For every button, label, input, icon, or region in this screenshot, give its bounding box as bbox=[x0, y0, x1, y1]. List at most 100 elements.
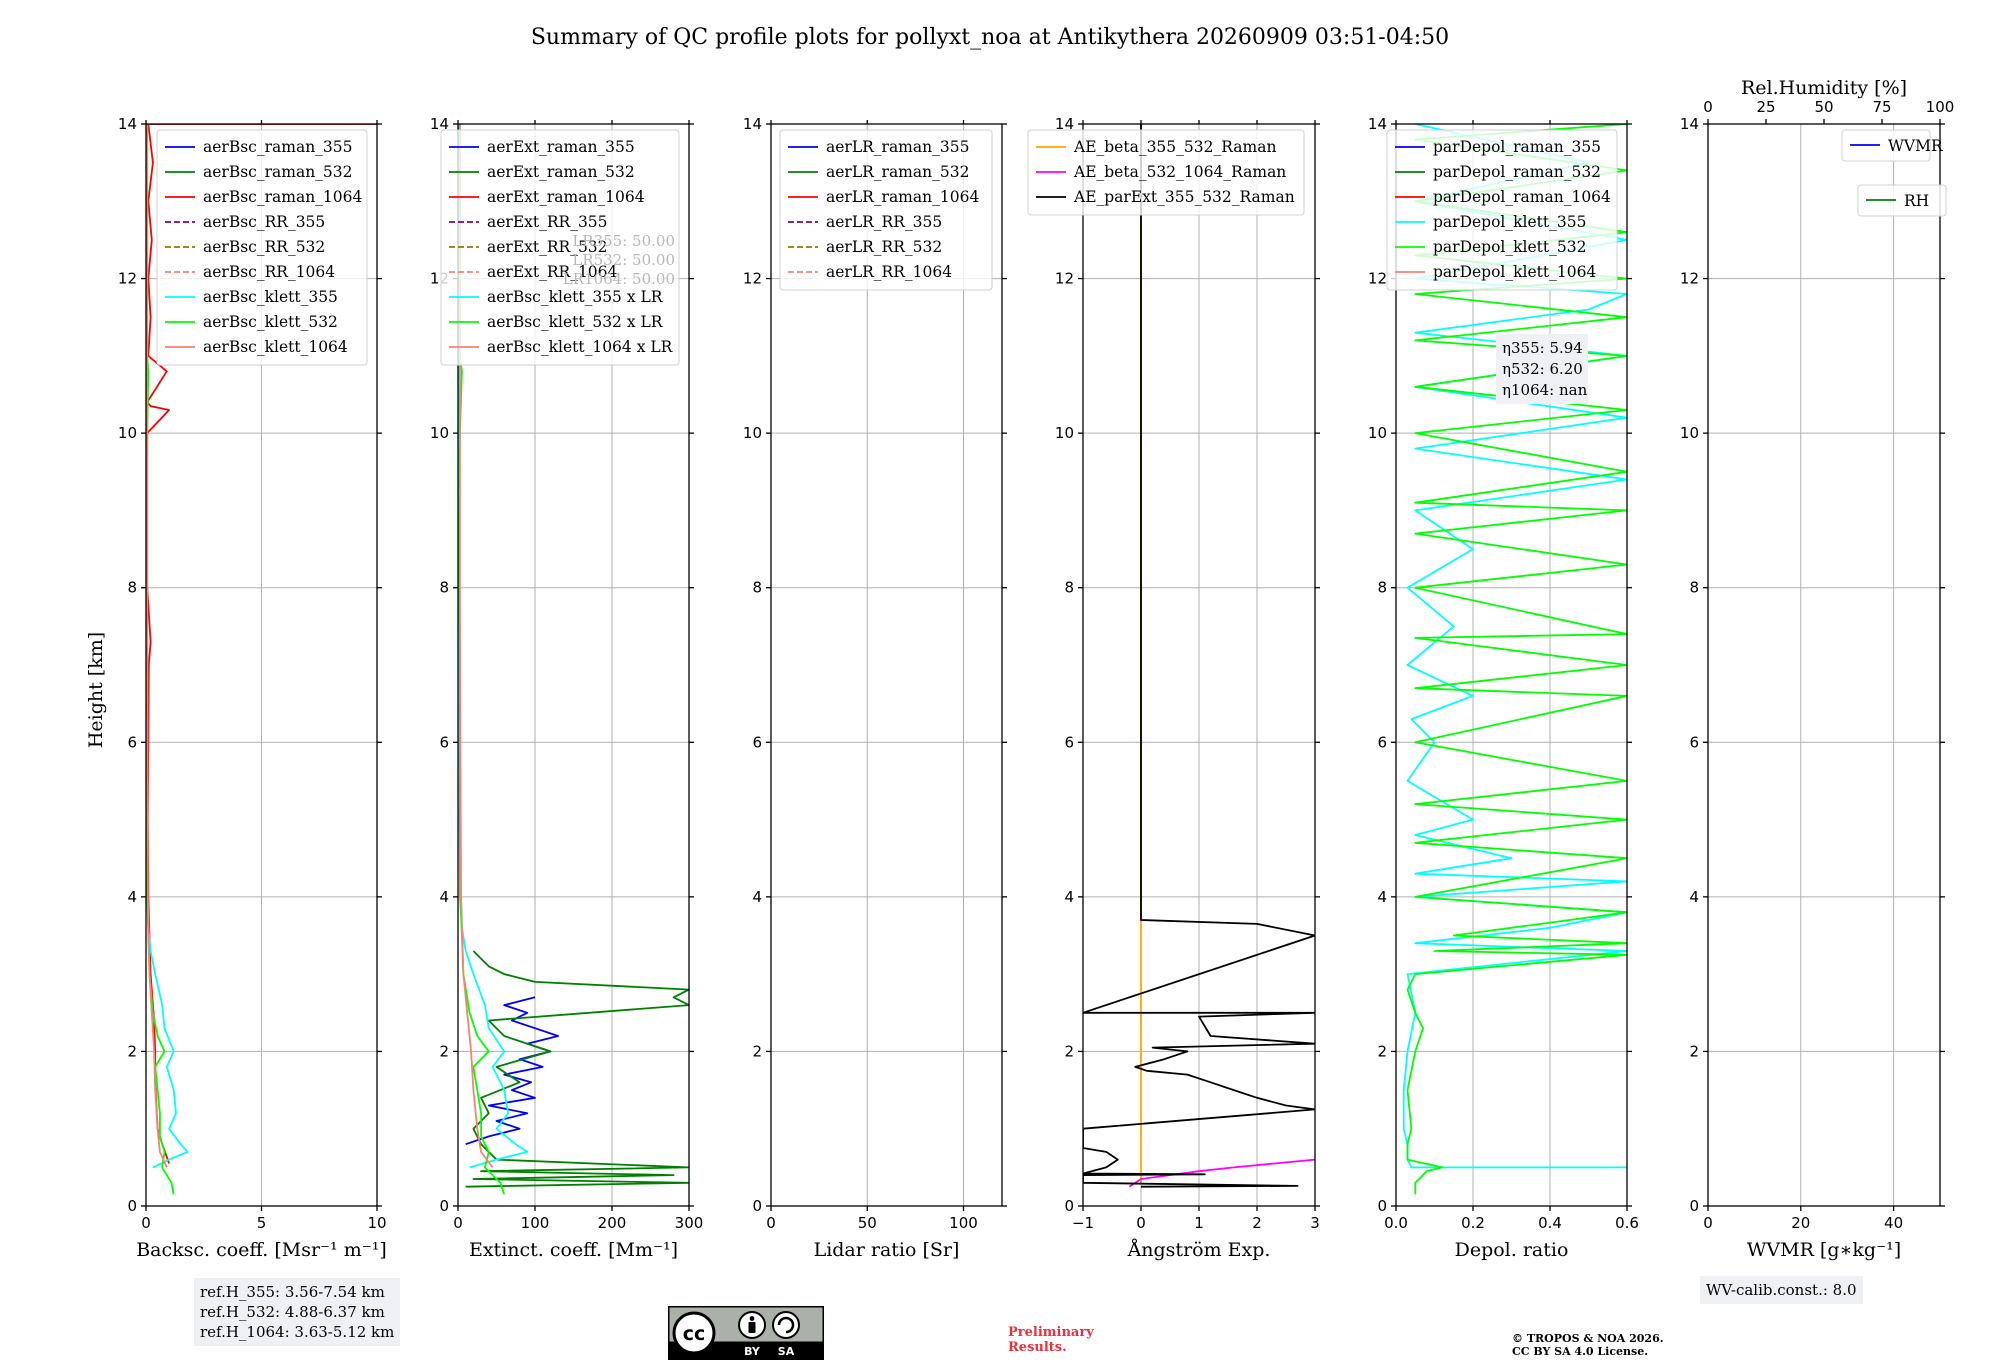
y-tick-label-ae-5: 10 bbox=[1055, 424, 1074, 442]
legend-label-bsc-6: aerBsc_klett_355 bbox=[203, 288, 338, 306]
legend-label-lr-5: aerLR_RR_1064 bbox=[826, 263, 952, 281]
eta-annotation-1: η532: 6.20 bbox=[1502, 360, 1583, 378]
preliminary-line-1: Preliminary bbox=[1008, 1325, 1094, 1340]
x-axis-label-ext: Extinct. coeff. [Mm⁻¹] bbox=[469, 1239, 678, 1261]
lr-annotation-0: LR355: 50.00 bbox=[572, 232, 675, 250]
y-tick-label-depol-2: 4 bbox=[1377, 888, 1387, 906]
y-tick-label-bsc-3: 6 bbox=[127, 733, 137, 751]
legend-label-ext-2: aerExt_raman_1064 bbox=[487, 188, 645, 206]
top-x-tick-label-4: 100 bbox=[1926, 98, 1955, 116]
y-tick-label-wv-2: 4 bbox=[1689, 888, 1699, 906]
legend-label-wv-1: RH bbox=[1904, 192, 1929, 210]
y-tick-label-ext-4: 8 bbox=[439, 579, 449, 597]
x-tick-label-ae-1: 0 bbox=[1136, 1214, 1146, 1232]
y-tick-label-ext-5: 10 bbox=[430, 424, 449, 442]
y-tick-label-ae-1: 2 bbox=[1064, 1042, 1074, 1060]
panel-bsc: 0 2 4 6 8 10 12 14 0 5 10 Backsc. coeff. [Msr⁻¹ m⁻¹… bbox=[118, 115, 387, 1261]
x-tick-label-bsc-2: 10 bbox=[367, 1214, 386, 1232]
y-tick-label-bsc-5: 10 bbox=[118, 424, 137, 442]
x-tick-label-wv-0: 0 bbox=[1703, 1214, 1713, 1232]
lr-annotation-1: LR532: 50.00 bbox=[572, 251, 675, 269]
x-axis-label-ae: Ångström Exp. bbox=[1127, 1239, 1271, 1261]
y-tick-label-lr-7: 14 bbox=[743, 115, 762, 133]
panel-ext: 024681012140 100 200 300Extinct. coeff. [Mm… bbox=[430, 115, 703, 1261]
y-tick-label-lr-2: 4 bbox=[752, 888, 762, 906]
y-tick-label-wv-0: 0 bbox=[1689, 1197, 1699, 1215]
legend-label-lr-3: aerLR_RR_355 bbox=[826, 213, 942, 231]
y-tick-label-depol-6: 12 bbox=[1368, 270, 1387, 288]
preliminary-results-note: Preliminary Results. bbox=[1008, 1325, 1094, 1355]
attribution-body bbox=[748, 1322, 756, 1333]
y-tick-label-depol-4: 8 bbox=[1377, 579, 1387, 597]
y-tick-label-bsc-7: 14 bbox=[118, 115, 137, 133]
x-axis-label-bsc: Backsc. coeff. [Msr⁻¹ m⁻¹] bbox=[136, 1239, 387, 1261]
x-tick-label-bsc-1: 5 bbox=[257, 1214, 267, 1232]
legend-label-ext-0: aerExt_raman_355 bbox=[487, 138, 635, 156]
eta-annotation-0: η355: 5.94 bbox=[1502, 339, 1583, 357]
legend-label-lr-0: aerLR_raman_355 bbox=[826, 138, 969, 156]
legend-label-bsc-8: aerBsc_klett_1064 bbox=[203, 338, 348, 356]
x-axis-label-lr: Lidar ratio [Sr] bbox=[814, 1239, 960, 1261]
x-tick-label-wv-1: 20 bbox=[1791, 1214, 1810, 1232]
y-tick-label-depol-1: 2 bbox=[1377, 1042, 1387, 1060]
y-tick-label-ae-3: 6 bbox=[1064, 733, 1074, 751]
y-tick-label-lr-4: 8 bbox=[752, 579, 762, 597]
y-tick-label-lr-3: 6 bbox=[752, 733, 762, 751]
x-tick-label-ext-1: 100 bbox=[521, 1214, 550, 1232]
series-line-ext-aerext-raman-532 bbox=[465, 950, 689, 1188]
y-tick-label-wv-1: 2 bbox=[1689, 1042, 1699, 1060]
x-tick-label-bsc-0: 0 bbox=[141, 1214, 151, 1232]
legend-label-ext-8: aerBsc_klett_1064 x LR bbox=[487, 338, 674, 356]
y-tick-label-ae-4: 8 bbox=[1064, 579, 1074, 597]
x-axis-label-wv: WVMR [g∗kg⁻¹] bbox=[1747, 1239, 1901, 1261]
y-tick-label-ae-2: 4 bbox=[1064, 888, 1074, 906]
x-axis-label-depol: Depol. ratio bbox=[1455, 1239, 1569, 1261]
badge-by-label: BY bbox=[744, 1345, 761, 1358]
legend-label-ext-1: aerExt_raman_532 bbox=[487, 163, 635, 181]
y-tick-label-wv-3: 6 bbox=[1689, 733, 1699, 751]
reference-height-box: ref.H_355: 3.56-7.54 km ref.H_532: 4.88-… bbox=[194, 1278, 401, 1346]
x-tick-label-depol-1: 0.2 bbox=[1461, 1214, 1485, 1232]
y-tick-label-wv-6: 12 bbox=[1680, 270, 1699, 288]
legend-label-bsc-4: aerBsc_RR_532 bbox=[203, 238, 325, 256]
legend-label-lr-1: aerLR_raman_532 bbox=[826, 163, 969, 181]
y-axis-label: Height [km] bbox=[85, 632, 107, 748]
cc-text: cc bbox=[683, 1323, 706, 1345]
y-tick-label-wv-7: 14 bbox=[1680, 115, 1699, 133]
y-tick-label-ext-2: 4 bbox=[439, 888, 449, 906]
eta-annotation-2: η1064: nan bbox=[1502, 381, 1588, 399]
x-tick-label-depol-0: 0.0 bbox=[1384, 1214, 1408, 1232]
legend-label-depol-1: parDepol_raman_532 bbox=[1433, 163, 1601, 181]
legend-label-depol-3: parDepol_klett_355 bbox=[1433, 213, 1586, 231]
legend-label-bsc-1: aerBsc_raman_532 bbox=[203, 163, 353, 181]
y-tick-label-bsc-4: 8 bbox=[127, 579, 137, 597]
cc-by-sa-license-badge: cc BY SA bbox=[668, 1306, 824, 1360]
copyright-line-2: CC BY SA 4.0 License. bbox=[1512, 1345, 1649, 1358]
y-tick-label-depol-7: 14 bbox=[1368, 115, 1387, 133]
y-tick-label-lr-6: 12 bbox=[743, 270, 762, 288]
qc-profile-figure: Summary of QC profile plots for pollyxt_… bbox=[85, 25, 1954, 1261]
y-tick-label-lr-0: 0 bbox=[752, 1197, 762, 1215]
y-tick-label-bsc-6: 12 bbox=[118, 270, 137, 288]
panel-wv: 024681012140 20 40WVMR [g∗kg⁻¹]0 25 50 75 100R… bbox=[1680, 77, 1954, 1261]
legend-label-depol-0: parDepol_raman_355 bbox=[1433, 138, 1601, 156]
legend-label-bsc-5: aerBsc_RR_1064 bbox=[203, 263, 335, 281]
y-tick-label-wv-5: 10 bbox=[1680, 424, 1699, 442]
y-tick-label-ae-6: 12 bbox=[1055, 270, 1074, 288]
y-tick-label-depol-3: 6 bbox=[1377, 733, 1387, 751]
legend-label-ae-1: AE_beta_532_1064_Raman bbox=[1073, 163, 1286, 181]
y-tick-label-lr-5: 10 bbox=[743, 424, 762, 442]
top-x-tick-label-1: 25 bbox=[1756, 98, 1775, 116]
wv-calibration-box: WV-calib.const.: 8.0 bbox=[1700, 1276, 1863, 1304]
x-tick-label-lr-2: 100 bbox=[949, 1214, 978, 1232]
y-tick-label-depol-5: 10 bbox=[1368, 424, 1387, 442]
copyright-note: © TROPOS & NOA 2026. CC BY SA 4.0 Licens… bbox=[1512, 1332, 1664, 1358]
legend-label-ext-7: aerBsc_klett_532 x LR bbox=[487, 313, 664, 331]
top-x-tick-label-0: 0 bbox=[1703, 98, 1713, 116]
legend-label-depol-4: parDepol_klett_532 bbox=[1433, 238, 1586, 256]
legend-label-bsc-0: aerBsc_raman_355 bbox=[203, 138, 353, 156]
share-alike-icon bbox=[772, 1311, 800, 1339]
badge-sa-label: SA bbox=[778, 1345, 795, 1358]
x-tick-label-ext-0: 0 bbox=[453, 1214, 463, 1232]
x-tick-label-depol-3: 0.6 bbox=[1615, 1214, 1639, 1232]
